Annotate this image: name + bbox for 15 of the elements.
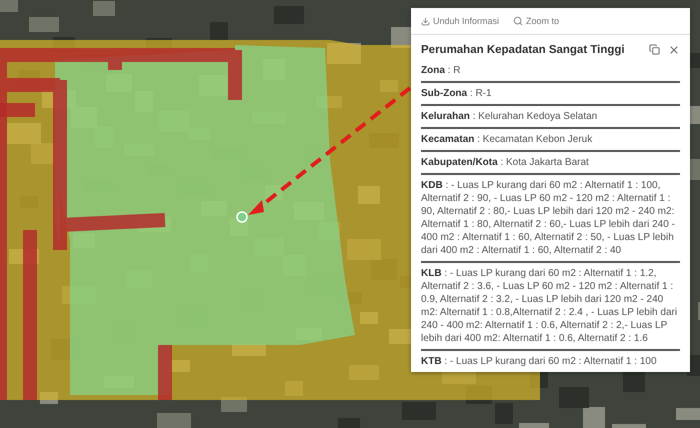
attribute-text: Kabupaten/Kota : Kota Jakarta Barat xyxy=(421,157,589,168)
download-info-button[interactable]: Unduh Informasi xyxy=(421,16,500,26)
attribute-text: Kelurahan : Kelurahan Kedoya Selatan xyxy=(421,111,598,122)
attribute-text: KLB : - Luas LP kurang dari 60 m2 : Alternatif 1 : 1.2, Alternatif 2 : 3.6, - Luas LP 60 m2 - 120 m2 : Alternatif 1 : 0.9, Alternatif 2 : 3.2, - Luas LP lebih dari 120 m2 - 240 m2: Alternatif 1 : 0.8,Alternatif 2 : 2.4 , - Luas LP lebih dari 240 - 400 m2: Alternatif 1 : 0.6, Alternatif 2 : 2,- Luas LP lebih dari 400 m2: Alternatif 1 : 0.6, Alternatif 2 : 1.6 xyxy=(421,268,678,344)
zoom-to-button[interactable]: Zoom to xyxy=(513,16,560,26)
dock-icon[interactable] xyxy=(649,44,660,56)
attribute-text: KTB : - Luas LP kurang dari 60 m2 : Alternatif 1 : 100 xyxy=(421,356,657,367)
attribute-text: KDB : - Luas LP kurang dari 60 m2 : Alternatif 1 : 100, Alternatif 2 : 90, - Luas LP 60 m2 - 120 m2 : Alternatif 1 : 90, Alternatif 2 : 80,- Luas LP lebih dari 120 m2 - 240 m2: Alternatif 1 : 80, Alternatif 2 : 60,- Luas LP lebih dari 240 - 400 m2 : Alternatif 1 : 60, Alternatif 2 : 50, - Luas LP lebih dari 400 m2 : Alternatif 1 : 60, Alternatif 2 : 40 xyxy=(421,180,675,256)
attribute-text: Sub-Zona : R-1 xyxy=(421,88,492,99)
popup-title: Perumahan Kepadatan Sangat Tinggi xyxy=(421,44,625,56)
download-icon xyxy=(421,16,430,26)
attribute-text: Zona : R xyxy=(421,65,460,76)
zoom-icon xyxy=(513,16,524,26)
close-icon[interactable] xyxy=(668,44,680,56)
attribute-text: Kecamatan : Kecamatan Kebon Jeruk xyxy=(421,134,592,145)
